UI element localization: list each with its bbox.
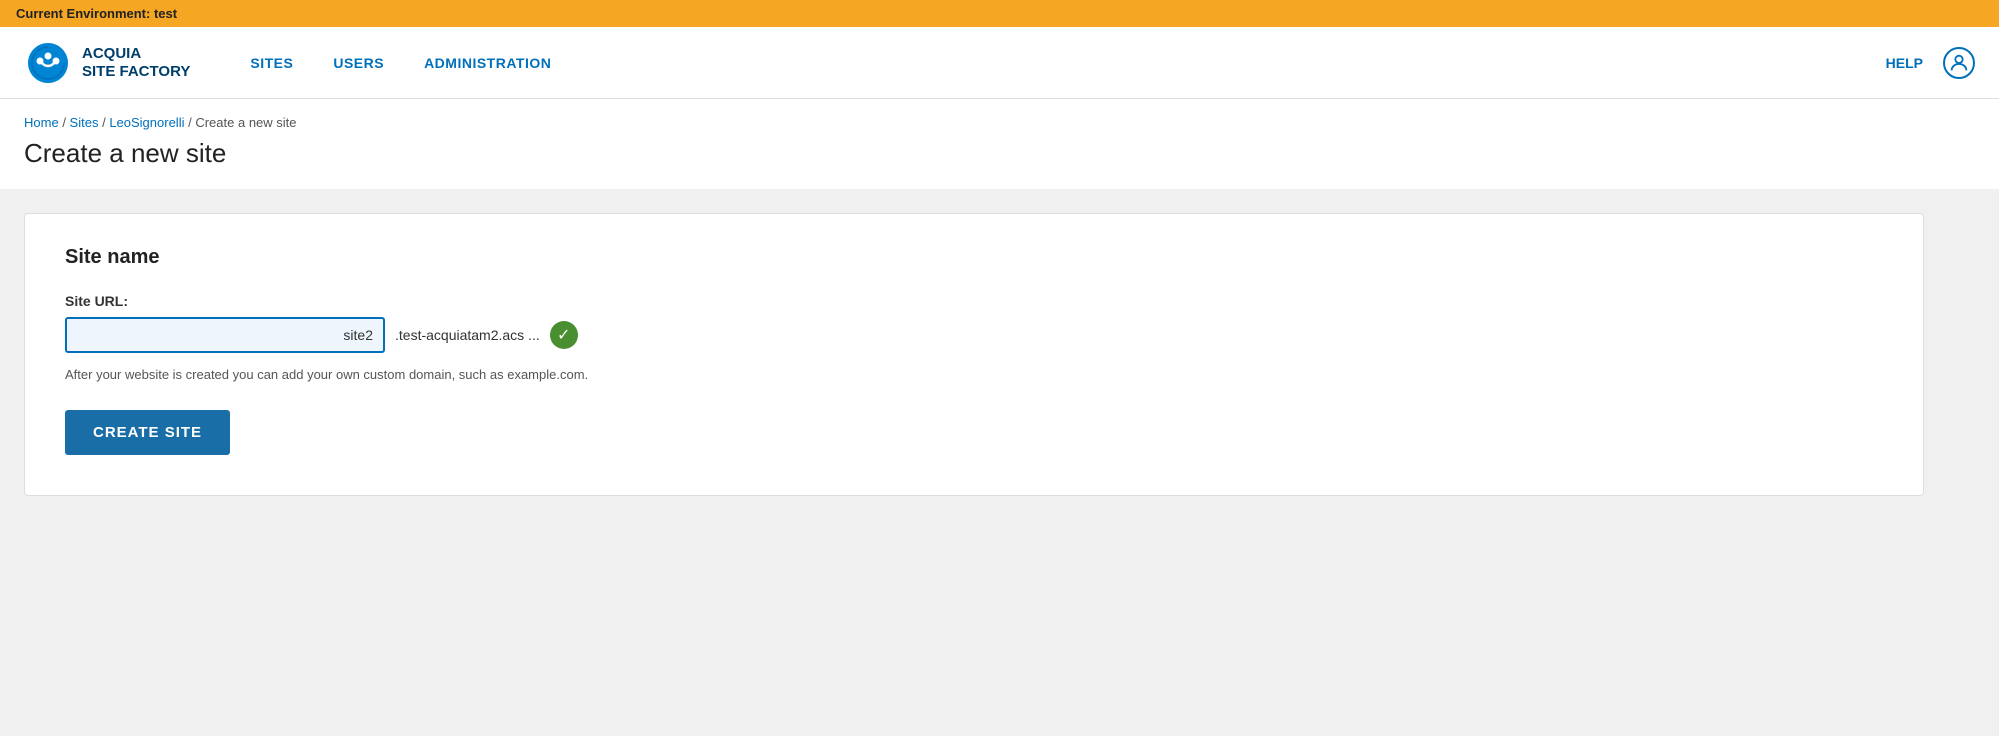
breadcrumb-home[interactable]: Home xyxy=(24,115,59,130)
main-nav: SITES USERS ADMINISTRATION xyxy=(250,55,1885,71)
nav-administration[interactable]: ADMINISTRATION xyxy=(424,55,551,71)
header: ACQUIA SITE FACTORY SITES USERS ADMINIST… xyxy=(0,27,1999,99)
url-suffix: .test-acquiatam2.acs ... xyxy=(395,327,540,343)
breadcrumb-area: Home / Sites / LeoSignorelli / Create a … xyxy=(0,99,1999,130)
page-title: Create a new site xyxy=(0,130,1999,189)
breadcrumb-sites[interactable]: Sites xyxy=(70,115,99,130)
validation-check-icon: ✓ xyxy=(550,321,578,349)
breadcrumb-leosignorelli[interactable]: LeoSignorelli xyxy=(109,115,184,130)
environment-banner-text: Current Environment: test xyxy=(16,6,177,21)
breadcrumb-current: Create a new site xyxy=(195,115,296,130)
nav-sites[interactable]: SITES xyxy=(250,55,293,71)
site-url-input[interactable] xyxy=(65,317,385,353)
breadcrumb: Home / Sites / LeoSignorelli / Create a … xyxy=(24,115,1975,130)
url-row: .test-acquiatam2.acs ... ✓ xyxy=(65,317,1883,353)
help-link[interactable]: HELP xyxy=(1886,55,1923,71)
logo-area: ACQUIA SITE FACTORY xyxy=(24,39,190,87)
nav-users[interactable]: USERS xyxy=(333,55,384,71)
site-url-label: Site URL: xyxy=(65,293,1883,309)
environment-banner: Current Environment: test xyxy=(0,0,1999,27)
acquia-logo-icon xyxy=(24,39,72,87)
create-site-button[interactable]: CREATE SITE xyxy=(65,410,230,455)
logo-text: ACQUIA SITE FACTORY xyxy=(82,45,190,81)
main-content: Site name Site URL: .test-acquiatam2.acs… xyxy=(0,189,1999,520)
helper-text: After your website is created you can ad… xyxy=(65,367,1883,382)
form-card: Site name Site URL: .test-acquiatam2.acs… xyxy=(24,213,1924,496)
user-icon[interactable] xyxy=(1943,47,1975,79)
header-right: HELP xyxy=(1886,47,1975,79)
section-title: Site name xyxy=(65,246,1883,269)
